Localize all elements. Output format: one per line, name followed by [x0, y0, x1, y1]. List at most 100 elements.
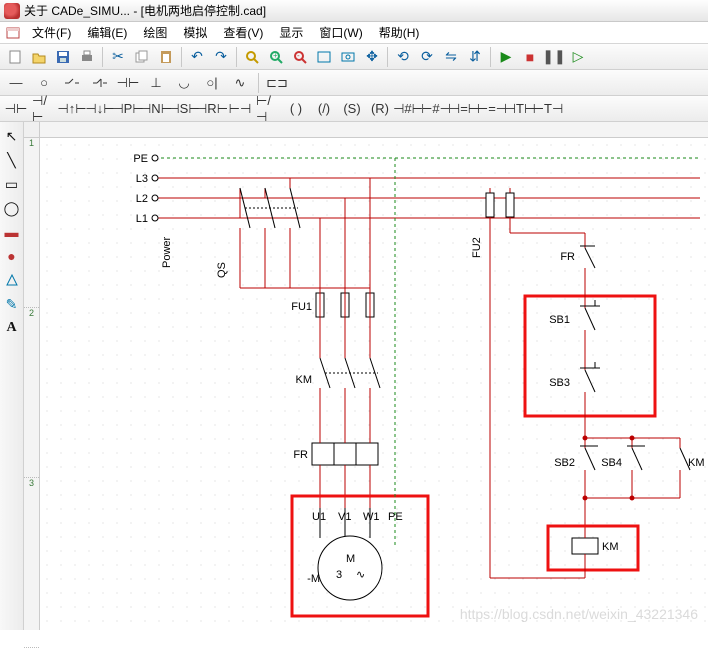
- zoom-fit-button[interactable]: [337, 46, 359, 68]
- sym-contact-no[interactable]: [60, 73, 84, 93]
- zoom-out-button[interactable]: -: [289, 46, 311, 68]
- menu-bar: 文件(F) 编辑(E) 绘图 模拟 查看(V) 显示 窗口(W) 帮助(H): [0, 22, 708, 44]
- ruler-tick-1: 1: [24, 138, 39, 308]
- sym-node[interactable]: ○: [32, 73, 56, 93]
- ruler-vertical: 1 2 3: [24, 138, 40, 630]
- sym-f[interactable]: ⊏⊐: [265, 73, 289, 93]
- tool-fill-ellipse[interactable]: ●: [2, 246, 22, 266]
- paste-button[interactable]: [155, 46, 177, 68]
- separator: [258, 73, 259, 93]
- menu-file[interactable]: 文件(F): [24, 22, 79, 43]
- sym2-p[interactable]: ⊢#⊣: [424, 99, 448, 119]
- zoom-in-button[interactable]: +: [265, 46, 287, 68]
- undo-button[interactable]: ↶: [186, 46, 208, 68]
- toolbar-main: ✂ ↶ ↷ + - ✥ ⟲ ⟳ ⇋ ⇵ ▶ ■ ❚❚ ▷: [0, 44, 708, 70]
- sym2-r[interactable]: ⊢=⊣: [480, 99, 504, 119]
- rotate-right-button[interactable]: ⟳: [416, 46, 438, 68]
- sym2-k[interactable]: ( ): [284, 99, 308, 119]
- menu-draw[interactable]: 绘图: [135, 22, 175, 43]
- schematic: PE L3 L2 L1 Power: [40, 138, 708, 630]
- sym2-g[interactable]: ⊣S⊢: [172, 99, 196, 119]
- separator: [490, 47, 491, 67]
- sym2-i[interactable]: ⊢⊣: [228, 99, 252, 119]
- menu-view[interactable]: 查看(V): [215, 22, 271, 43]
- drawing-canvas[interactable]: PE L3 L2 L1 Power: [40, 138, 708, 630]
- sym2-a[interactable]: ⊣⊢: [4, 99, 28, 119]
- label-qs: QS: [216, 262, 228, 278]
- menu-edit[interactable]: 编辑(E): [79, 22, 135, 43]
- stop-button[interactable]: ■: [519, 46, 541, 68]
- mirror-v-button[interactable]: ⇵: [464, 46, 486, 68]
- sym-a[interactable]: ⊣⊢: [116, 73, 140, 93]
- sym-d[interactable]: ○|: [200, 73, 224, 93]
- copy-button[interactable]: [131, 46, 153, 68]
- label-ac: ∿: [356, 569, 365, 581]
- pan-button[interactable]: ✥: [361, 46, 383, 68]
- label-l2: L2: [136, 193, 148, 205]
- sym2-o[interactable]: ⊣#⊢: [396, 99, 420, 119]
- label-m: M: [346, 553, 355, 565]
- label-w1: W1: [363, 511, 380, 523]
- sym2-c[interactable]: ⊣↑⊢: [60, 99, 84, 119]
- play-button[interactable]: ▶: [495, 46, 517, 68]
- menu-display[interactable]: 显示: [271, 22, 311, 43]
- open-button[interactable]: [28, 46, 50, 68]
- tool-pencil[interactable]: ✎: [2, 294, 22, 314]
- sym2-n[interactable]: (R): [368, 99, 392, 119]
- label-u1: U1: [312, 511, 326, 523]
- separator: [102, 47, 103, 67]
- sym2-h[interactable]: ⊣R⊢: [200, 99, 224, 119]
- label-m3: 3: [336, 569, 342, 581]
- app-icon: [4, 3, 20, 19]
- label-l1: L1: [136, 213, 148, 225]
- stage: 1 2 3 PE L3: [24, 122, 708, 630]
- redo-button[interactable]: ↷: [210, 46, 232, 68]
- menu-simulate[interactable]: 模拟: [175, 22, 215, 43]
- workspace: ↖ ╲ ▭ ◯ ▬ ● ✎ A 1 2 3: [0, 122, 708, 630]
- step-button[interactable]: ▷: [567, 46, 589, 68]
- sym2-s[interactable]: ⊣T⊢: [508, 99, 532, 119]
- highlight-stop-buttons: [525, 296, 655, 416]
- print-button[interactable]: [76, 46, 98, 68]
- find-button[interactable]: [241, 46, 263, 68]
- rotate-left-button[interactable]: ⟲: [392, 46, 414, 68]
- sym2-m[interactable]: (S): [340, 99, 364, 119]
- cut-button[interactable]: ✂: [107, 46, 129, 68]
- sym-e[interactable]: ∿: [228, 73, 252, 93]
- sym2-q[interactable]: ⊣=⊢: [452, 99, 476, 119]
- label-sb4: SB4: [601, 457, 622, 469]
- sym2-j[interactable]: ⊢/⊣: [256, 99, 280, 119]
- mirror-h-button[interactable]: ⇋: [440, 46, 462, 68]
- tool-polygon[interactable]: [2, 270, 22, 290]
- sym2-d[interactable]: ⊣↓⊢: [88, 99, 112, 119]
- sym2-e[interactable]: ⊣P⊢: [116, 99, 140, 119]
- pause-button[interactable]: ❚❚: [543, 46, 565, 68]
- sym-b[interactable]: ⊥: [144, 73, 168, 93]
- label-fr2: FR: [560, 251, 575, 263]
- tool-text[interactable]: A: [2, 318, 22, 338]
- label-km-aux: KM: [688, 457, 705, 469]
- sym2-l[interactable]: (/): [312, 99, 336, 119]
- tool-pointer[interactable]: ↖: [2, 126, 22, 146]
- label-pe: PE: [133, 153, 148, 165]
- svg-text:-: -: [297, 51, 300, 60]
- zoom-window-button[interactable]: [313, 46, 335, 68]
- new-button[interactable]: [4, 46, 26, 68]
- sym-line[interactable]: —: [4, 73, 28, 93]
- tool-fillrect[interactable]: ▬: [2, 222, 22, 242]
- sym2-t[interactable]: ⊢T⊣: [536, 99, 560, 119]
- tool-ellipse[interactable]: ◯: [2, 198, 22, 218]
- menu-window[interactable]: 窗口(W): [311, 22, 370, 43]
- label-pe2: PE: [388, 511, 403, 523]
- label-fr: FR: [293, 449, 308, 461]
- sym-c[interactable]: ◡: [172, 73, 196, 93]
- sym2-b[interactable]: ⊣/⊢: [32, 99, 56, 119]
- tool-line[interactable]: ╲: [2, 150, 22, 170]
- tool-rect[interactable]: ▭: [2, 174, 22, 194]
- ruler-horizontal: [40, 122, 708, 138]
- sym-contact-nc[interactable]: [88, 73, 112, 93]
- menu-help[interactable]: 帮助(H): [371, 22, 428, 43]
- separator: [387, 47, 388, 67]
- save-button[interactable]: [52, 46, 74, 68]
- sym2-f[interactable]: ⊣N⊢: [144, 99, 168, 119]
